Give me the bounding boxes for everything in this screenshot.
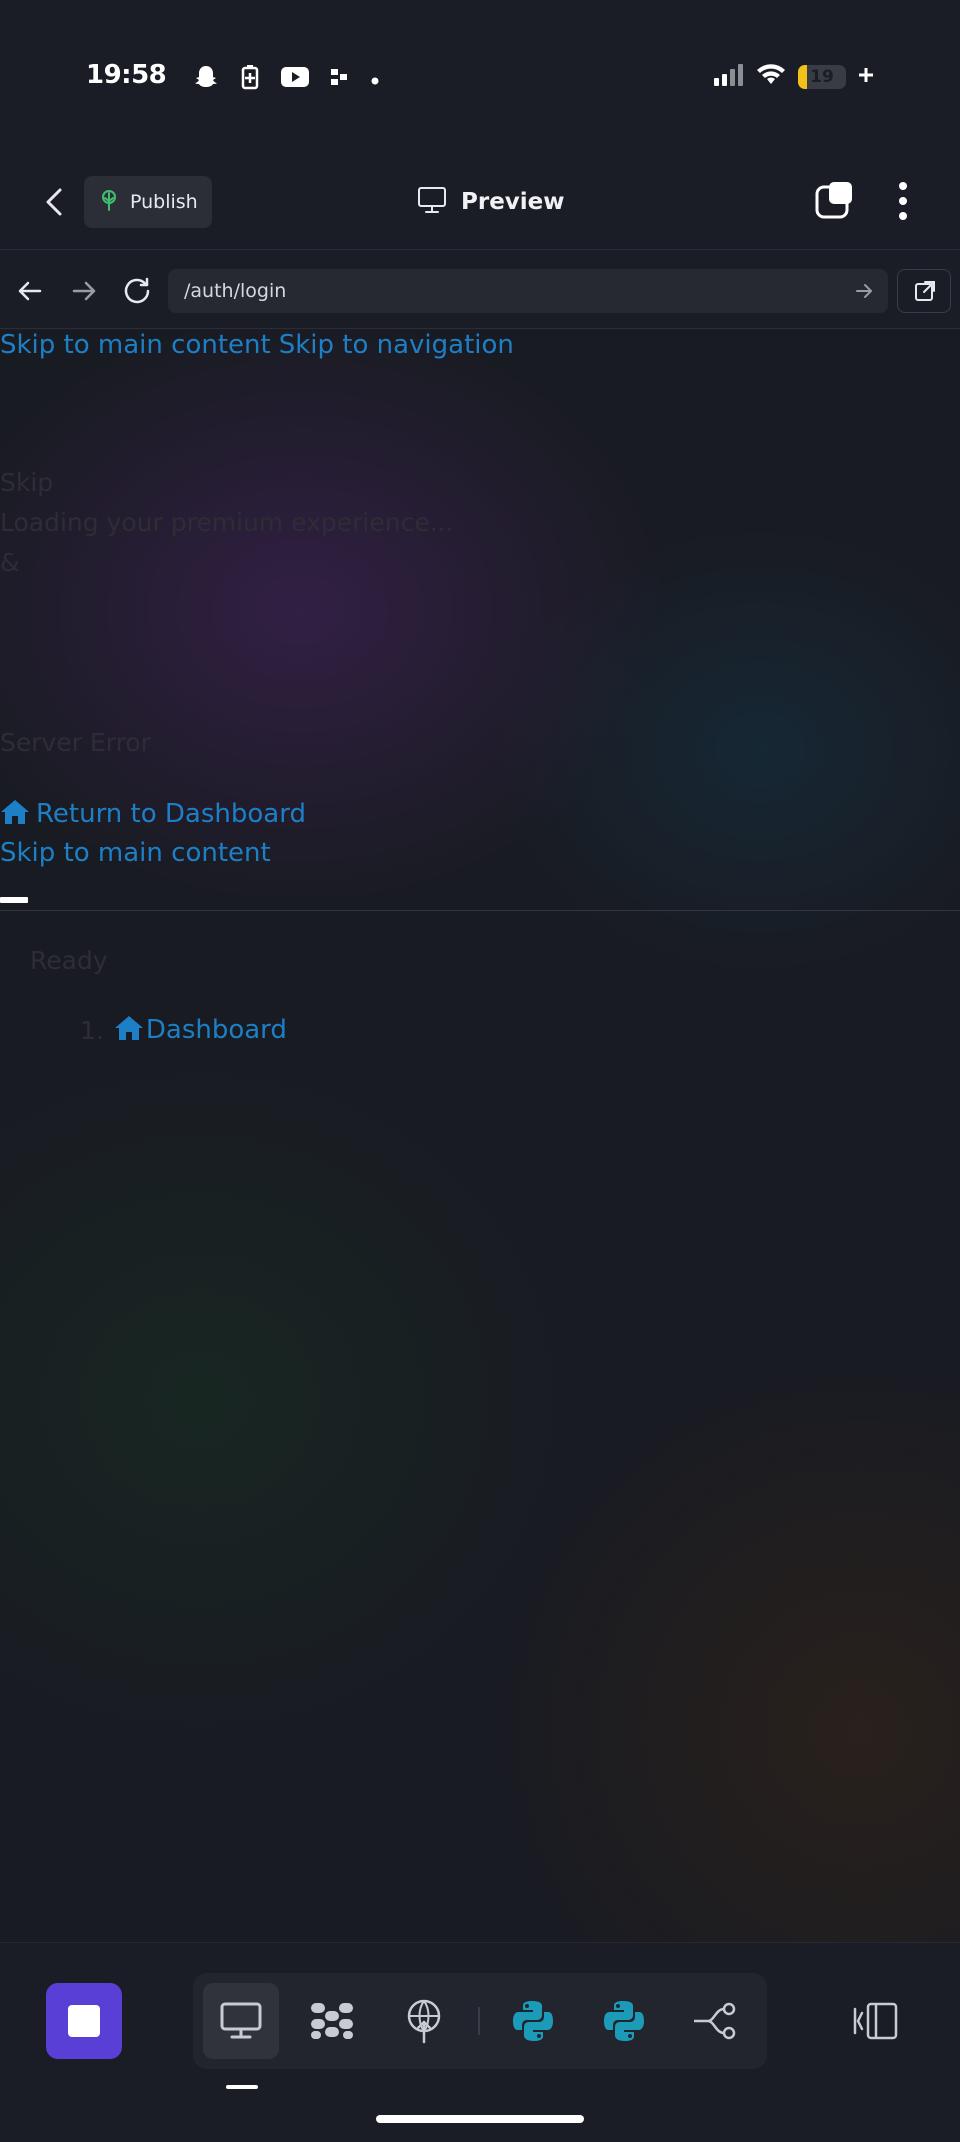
breadcrumb-dashboard-label: Dashboard [145, 1015, 287, 1045]
home-indicator [376, 2115, 584, 2123]
dot-icon [371, 70, 379, 89]
branch-nodes-icon [694, 2002, 736, 2040]
skip-to-main-link-secondary[interactable]: Skip to main content [0, 838, 271, 868]
stop-icon [68, 2005, 100, 2037]
loading-glyph: & [0, 548, 20, 577]
preview-title: Preview [417, 186, 565, 218]
progress-indicator [0, 897, 28, 903]
tool-python-button-2[interactable] [586, 1983, 662, 2059]
status-ready-text: Ready [30, 946, 108, 975]
publish-button[interactable]: Publish [84, 176, 212, 228]
tool-group [193, 1973, 767, 2069]
url-text: /auth/login [184, 280, 287, 302]
tool-separator [478, 2007, 480, 2035]
return-dashboard-link[interactable]: Return to Dashboard [0, 798, 306, 830]
pill-cluster-icon [311, 2003, 353, 2039]
tool-deploy-button[interactable] [386, 1983, 462, 2059]
tool-workflow-button[interactable] [294, 1983, 370, 2059]
snapchat-icon [193, 64, 219, 94]
publish-label: Publish [130, 191, 198, 213]
breadcrumb-dashboard-link[interactable]: Dashboard [114, 1014, 287, 1046]
preview-label: Preview [461, 189, 565, 215]
tabs-icon [815, 182, 852, 219]
bottom-toolbar [0, 1942, 960, 2142]
loading-heading: Skip [0, 468, 54, 497]
battery-icon: 19 [798, 65, 846, 89]
skip-to-navigation-link[interactable]: Skip to navigation [279, 330, 514, 360]
chevron-left-icon [46, 188, 62, 216]
more-vertical-icon [899, 182, 907, 220]
breadcrumb-number: 1. [80, 1015, 104, 1045]
web-preview: Skip to main content Skip to navigation … [0, 330, 960, 1942]
monitor-icon [417, 186, 447, 218]
loading-message: Loading your premium experience... [0, 508, 454, 537]
wifi-icon [756, 64, 786, 90]
app-header: Publish Preview [0, 150, 960, 250]
breadcrumb: 1. Dashboard [80, 1014, 287, 1046]
publish-tree-icon [98, 189, 120, 215]
more-menu-button[interactable] [888, 180, 918, 222]
url-go-button[interactable] [854, 281, 874, 301]
status-bar: 19:58 19 [0, 0, 960, 150]
external-link-icon [915, 281, 935, 301]
nav-back-button[interactable] [14, 275, 46, 307]
tabs-button[interactable] [814, 180, 856, 222]
status-system-icons: 19 [714, 64, 874, 90]
url-bar: /auth/login [0, 251, 960, 329]
tiktok-icon [331, 67, 349, 91]
status-app-icons [193, 64, 379, 94]
tool-preview-button[interactable] [203, 1983, 279, 2059]
python-icon [604, 2001, 644, 2041]
toggle-panel-button[interactable] [848, 1983, 904, 2059]
arrow-right-icon [856, 284, 872, 298]
stop-button[interactable] [46, 1983, 122, 2059]
python-icon [513, 2001, 553, 2041]
battery-saver-icon [241, 64, 259, 94]
home-icon [114, 1014, 144, 1046]
signal-icon [714, 64, 744, 90]
back-button[interactable] [36, 182, 76, 222]
nav-forward-button[interactable] [68, 275, 100, 307]
return-dashboard-label: Return to Dashboard [36, 799, 306, 829]
status-time: 19:58 [86, 60, 167, 90]
reload-icon [124, 277, 150, 304]
skip-links: Skip to main content Skip to navigation [0, 330, 514, 360]
tool-python-button-1[interactable] [495, 1983, 571, 2059]
app-root: 19:58 19 Publish Preview /auth/login Ski… [0, 0, 960, 2142]
content-divider [0, 910, 960, 911]
home-icon [0, 798, 30, 830]
error-message: Server Error [0, 728, 151, 757]
monitor-icon [220, 2002, 262, 2039]
active-tool-indicator [226, 2085, 258, 2089]
globe-upload-icon [407, 1999, 441, 2044]
url-input[interactable]: /auth/login [168, 269, 888, 313]
arrow-right-icon [72, 281, 96, 301]
open-external-button[interactable] [897, 269, 951, 313]
panel-toggle-icon [853, 2002, 898, 2040]
charging-plus-icon [858, 67, 874, 87]
tool-integrations-button[interactable] [677, 1983, 753, 2059]
youtube-icon [281, 66, 309, 92]
skip-to-main-link[interactable]: Skip to main content [0, 330, 271, 360]
battery-level-text: 19 [810, 67, 834, 87]
arrow-left-icon [18, 281, 42, 301]
reload-button[interactable] [121, 275, 153, 307]
